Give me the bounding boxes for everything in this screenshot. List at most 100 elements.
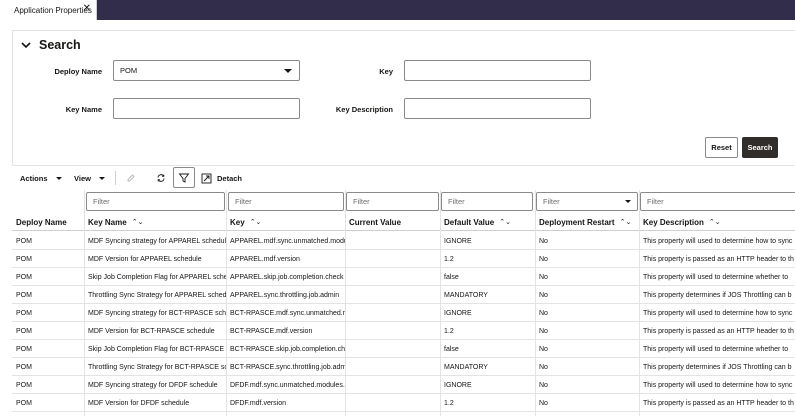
column-header-key[interactable]: Key ⌃⌄ [226,213,345,231]
key-description-field[interactable] [404,98,591,119]
key-description-label: Key Description [335,105,393,114]
filter-toggle-button[interactable] [173,167,195,188]
cell-current-value [345,394,440,412]
cell-deploy-name: POM [16,381,32,389]
cell-deployment-restart: No [539,399,548,407]
cell-current-value [345,232,440,250]
actions-menu[interactable]: Actions [20,168,62,188]
table-row[interactable]: POM MDF Version for DFDF schedule DFDF.mdf… [12,394,795,412]
sort-icon[interactable]: ⌃⌄ [499,218,511,226]
reset-button[interactable]: Reset [705,137,738,158]
cell-deployment-restart: No [539,237,548,245]
column-header-deployment-restart[interactable]: Deployment Restart ⌃⌄ [535,213,639,231]
cell-deploy-name: POM [16,327,32,335]
sort-icon[interactable]: ⌃⌄ [709,218,721,226]
column-header-key-name[interactable]: Key Name ⌃⌄ [84,213,226,231]
column-header-default-value[interactable]: Default Value ⌃⌄ [440,213,535,231]
key-description-input[interactable] [411,99,590,118]
cell-deploy-name: POM [16,363,32,371]
column-header-label: Key Description [643,217,704,227]
sort-icon[interactable]: ⌃⌄ [132,218,144,226]
view-menu[interactable]: View [74,168,105,188]
table-row[interactable]: POM Throttling Sync Strategy for BCT-RPAS… [12,358,795,376]
close-icon[interactable]: ✕ [83,4,91,14]
deploy-name-select[interactable]: POM [113,60,300,81]
cell-key: APPAREL.mdf.sync.unmatched.modules [230,237,345,245]
cell-default-value: 1.2 [444,327,454,335]
tab-application-properties[interactable]: Application Properties ✕ [0,0,97,20]
chevron-down-icon [625,200,631,203]
filter-key-description[interactable]: Filter [640,192,795,211]
tab-title: Application Properties [14,5,92,15]
sort-icon[interactable]: ⌃⌄ [620,218,632,226]
table-row[interactable]: POM MDF Version for APPAREL schedule APPAR… [12,250,795,268]
cell-key: DFDF.mdf.sync.unmatched.modules.re [230,381,345,389]
table-row[interactable]: POM MDF Syncing strategy for DFDF schedul… [12,376,795,394]
filter-default-value[interactable]: Filter [441,192,533,211]
actions-label: Actions [20,173,48,183]
key-name-input[interactable] [120,99,299,118]
cell-deployment-restart: No [539,327,548,335]
cell-deployment-restart: No [539,345,548,353]
cell-current-value [345,304,440,322]
cell-current-value [345,286,440,304]
toolbar-divider [115,171,116,185]
cell-key-description: This property will used to determine how… [643,237,793,245]
table-row[interactable]: POM MDF Syncing strategy for BCT-RPASCE s… [12,304,795,322]
chevron-down-icon [55,176,62,180]
column-divider [535,190,536,416]
cell-default-value: MANDATORY [444,363,488,371]
column-header-label: Current Value [349,217,402,227]
cell-current-value [345,268,440,286]
column-divider [84,190,85,416]
deploy-name-label: Deploy Name [54,67,102,76]
refresh-icon[interactable] [153,170,169,186]
sort-icon[interactable]: ⌃⌄ [250,218,262,226]
cell-key-name: MDF Syncing strategy for BCT-RPASCE sche… [88,309,226,317]
chevron-down-icon[interactable] [20,39,32,51]
column-divider [345,190,346,416]
key-name-field[interactable] [113,98,300,119]
column-header-current-value[interactable]: Current Value [345,213,440,231]
filter-key-name[interactable]: Filter [86,192,225,211]
view-label: View [74,173,91,183]
filter-key[interactable]: Filter [228,192,344,211]
cell-key-description: This property is passed as an HTTP heade… [643,327,794,335]
table-row[interactable]: POM MDF Syncing strategy for APPAREL sche… [12,232,795,250]
table-row[interactable]: POM Skip Job Completion Flag for BCT-RPAS… [12,340,795,358]
table-row[interactable]: POM Skip Job Completion Flag for APPAREL … [12,268,795,286]
column-header-deploy-name[interactable]: Deploy Name [12,213,84,231]
detach-button[interactable]: Detach [201,168,242,188]
chevron-down-icon [98,176,105,180]
filter-deployment-restart[interactable]: Filter [536,192,638,211]
search-button[interactable]: Search [742,137,778,158]
table-row[interactable]: POM Throttling Sync Strategy for APPAREL … [12,286,795,304]
cell-key: APPAREL.sync.throttling.job.admin [230,291,340,299]
deploy-name-value: POM [120,66,138,75]
key-field[interactable] [404,60,591,81]
cell-default-value: false [444,345,459,353]
edit-icon[interactable] [123,170,139,186]
cell-key-description: This property will used to determine how… [643,309,793,317]
filter-row: Filter Filter Filter Filter Filter Filte… [12,190,795,213]
cell-key-name: Skip Job Completion Flag for APPAREL sch… [88,273,226,281]
search-header[interactable]: Search [20,38,81,52]
cell-deployment-restart: No [539,363,548,371]
cell-key: BCT-RPASCE.skip.job.completion.check [230,345,345,353]
cell-key: APPAREL.mdf.version [230,255,300,263]
cell-key-name: Throttling Sync Strategy for BCT-RPASCE … [88,363,226,371]
detach-label: Detach [217,173,243,183]
cell-key-name: MDF Version for APPAREL schedule [88,255,202,263]
cell-current-value [345,322,440,340]
filter-icon [178,173,190,183]
cell-key-description: This property will used to determine whe… [643,345,789,353]
table-row[interactable]: POM MDF Version for BCT-RPASCE schedule BC… [12,322,795,340]
key-input[interactable] [411,61,590,80]
column-header-key-description[interactable]: Key Description ⌃⌄ [639,213,795,231]
cell-deploy-name: POM [16,309,32,317]
cell-default-value: IGNORE [444,237,472,245]
cell-deploy-name: POM [16,399,32,407]
cell-deployment-restart: No [539,309,548,317]
filter-current-value[interactable]: Filter [346,192,439,211]
cell-key-name: MDF Version for BCT-RPASCE schedule [88,327,215,335]
